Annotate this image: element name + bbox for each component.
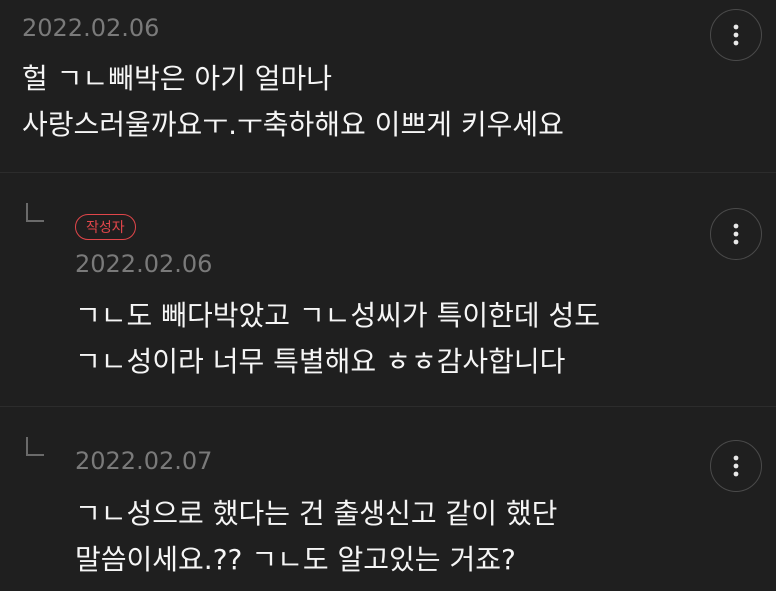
comment-line: ㄱㄴ성이라 너무 특별해요 ㅎㅎ감사합니다 <box>75 345 566 378</box>
reply-item: 작성자 2022.02.06 ㄱㄴ도 빼다박았고 ㄱㄴ성씨가 특이한데 성도 ㄱ… <box>0 172 776 406</box>
comment-date: 2022.02.06 <box>75 250 213 278</box>
more-vertical-icon <box>733 24 739 46</box>
reply-arrow-icon <box>26 203 44 222</box>
comment-date: 2022.02.07 <box>75 447 213 475</box>
more-options-button[interactable] <box>710 208 762 260</box>
comment-line: 사랑스러울까요ㅜ.ㅜ축하해요 이쁘게 키우세요 <box>22 108 564 141</box>
reply-item: 2022.02.07 ㄱㄴ성으로 했다는 건 출생신고 같이 했단 말씀이세요.… <box>0 406 776 591</box>
more-options-button[interactable] <box>710 440 762 492</box>
comment-line: 말씀이세요.?? ㄱㄴ도 알고있는 거죠? <box>75 543 516 576</box>
reply-arrow-icon <box>26 437 44 456</box>
more-options-button[interactable] <box>710 9 762 61</box>
author-badge: 작성자 <box>75 214 136 240</box>
comment-list: 2022.02.06 헐 ㄱㄴ빼박은 아기 얼마나 사랑스러울까요ㅜ.ㅜ축하해요… <box>0 0 776 591</box>
comment-line: 헐 ㄱㄴ빼박은 아기 얼마나 <box>22 62 333 95</box>
comment-line: ㄱㄴ도 빼다박았고 ㄱㄴ성씨가 특이한데 성도 <box>75 299 601 332</box>
comment-item: 2022.02.06 헐 ㄱㄴ빼박은 아기 얼마나 사랑스러울까요ㅜ.ㅜ축하해요… <box>0 0 776 172</box>
comment-text: ㄱㄴ도 빼다박았고 ㄱㄴ성씨가 특이한데 성도 ㄱㄴ성이라 너무 특별해요 ㅎㅎ… <box>75 293 600 385</box>
comment-text: 헐 ㄱㄴ빼박은 아기 얼마나 사랑스러울까요ㅜ.ㅜ축하해요 이쁘게 키우세요 <box>22 56 564 148</box>
more-vertical-icon <box>733 455 739 477</box>
more-vertical-icon <box>733 223 739 245</box>
comment-line: ㄱㄴ성으로 했다는 건 출생신고 같이 했단 <box>75 497 558 530</box>
comment-date: 2022.02.06 <box>22 14 160 42</box>
comment-text: ㄱㄴ성으로 했다는 건 출생신고 같이 했단 말씀이세요.?? ㄱㄴ도 알고있는… <box>75 491 557 583</box>
